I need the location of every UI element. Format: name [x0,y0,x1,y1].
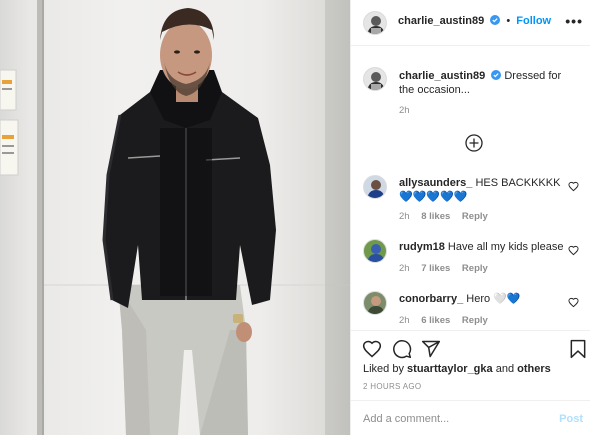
avatar-image [364,176,386,198]
photo-illustration [0,0,350,435]
avatar-image [364,240,386,262]
avatar-image [364,292,386,314]
hand [236,322,252,342]
post-header: charlie_austin89 • Follow ••• [351,0,590,46]
add-comment-bar: Post [351,400,590,435]
comment-like-heart-icon[interactable] [568,245,579,256]
commenter-avatar[interactable] [363,239,387,263]
comment-icon[interactable] [392,339,412,359]
post-timestamp[interactable]: 2 HOURS AGO [363,382,421,391]
add-comment-input[interactable] [363,410,543,428]
liked-by-joiner: and [495,363,515,375]
header-user-line: charlie_austin89 • Follow [398,15,551,27]
share-icon[interactable] [421,339,441,359]
black-jacket [102,70,276,308]
heart-icon[interactable] [362,339,382,359]
comment-reply-button[interactable]: Reply [462,211,488,222]
comment-reply-button[interactable]: Reply [462,315,488,326]
post-actions: Liked by stuarttaylor_gka and others 2 H… [351,330,590,400]
wall-pillar-shadow [42,0,44,435]
load-more-comments-icon[interactable] [465,134,483,152]
author-avatar[interactable] [363,11,387,35]
wall-edge-shadow [325,0,350,435]
wall-pillar [37,0,42,435]
post-side-panel: charlie_austin89 • Follow ••• charlie_au… [350,0,590,435]
comment-age: 2h [399,263,410,274]
caption-meta: 2h [399,105,419,116]
post-comment-button[interactable]: Post [559,413,583,425]
comment-meta: 2h 6 likes Reply [399,315,497,326]
liked-by-line: Liked by stuarttaylor_gka and others [363,363,551,375]
comment-username[interactable]: rudym18 [399,241,445,253]
comment-like-heart-icon[interactable] [568,297,579,308]
comments-list[interactable]: charlie_austin89 Dressed for the occasio… [351,47,590,330]
verified-badge-icon [490,15,501,25]
follow-button[interactable]: Follow [516,15,551,27]
comment-text: conorbarry_ Hero 🤍💙 [399,292,567,306]
comment-age: 2h [399,315,410,326]
caption-text: charlie_austin89 Dressed for the occasio… [399,69,567,97]
commenter-avatar[interactable] [363,291,387,315]
comment-likes-count[interactable]: 6 likes [421,315,450,326]
comment-username[interactable]: conorbarry_ [399,293,463,305]
comment-text: allysaunders_ HES BACKKKKK 💙💙💙💙💙 [399,176,567,204]
comment-meta: 2h 8 likes Reply [399,211,497,222]
more-options-icon[interactable]: ••• [565,14,583,28]
liked-by-user[interactable]: stuarttaylor_gka [407,363,493,375]
comment-username[interactable]: allysaunders_ [399,177,472,189]
comment-like-heart-icon[interactable] [568,181,579,192]
save-icon[interactable] [568,339,588,359]
caption-author-avatar[interactable] [363,67,387,91]
liked-by-prefix: Liked by [363,363,404,375]
pinned-papers [0,69,19,176]
comment-likes-count[interactable]: 7 likes [421,263,450,274]
comment-likes-count[interactable]: 8 likes [421,211,450,222]
comment-reply-button[interactable]: Reply [462,263,488,274]
author-username[interactable]: charlie_austin89 [398,15,484,27]
liked-by-others[interactable]: others [517,363,551,375]
caption-username[interactable]: charlie_austin89 [399,70,485,82]
avatar-image [364,68,386,90]
commenter-avatar[interactable] [363,175,387,199]
avatar-image [364,12,386,34]
dot-separator: • [506,15,511,27]
trousers [118,285,248,435]
comment-body: Hero 🤍💙 [466,293,521,305]
caption-age: 2h [399,105,410,116]
comment-age: 2h [399,211,410,222]
comment-body: Have all my kids please [447,241,564,253]
post-photo[interactable] [0,0,350,435]
verified-badge-icon [491,70,502,80]
wrist-watch [233,314,243,323]
comment-meta: 2h 7 likes Reply [399,263,497,274]
comment-text: rudym18 Have all my kids please [399,240,567,254]
